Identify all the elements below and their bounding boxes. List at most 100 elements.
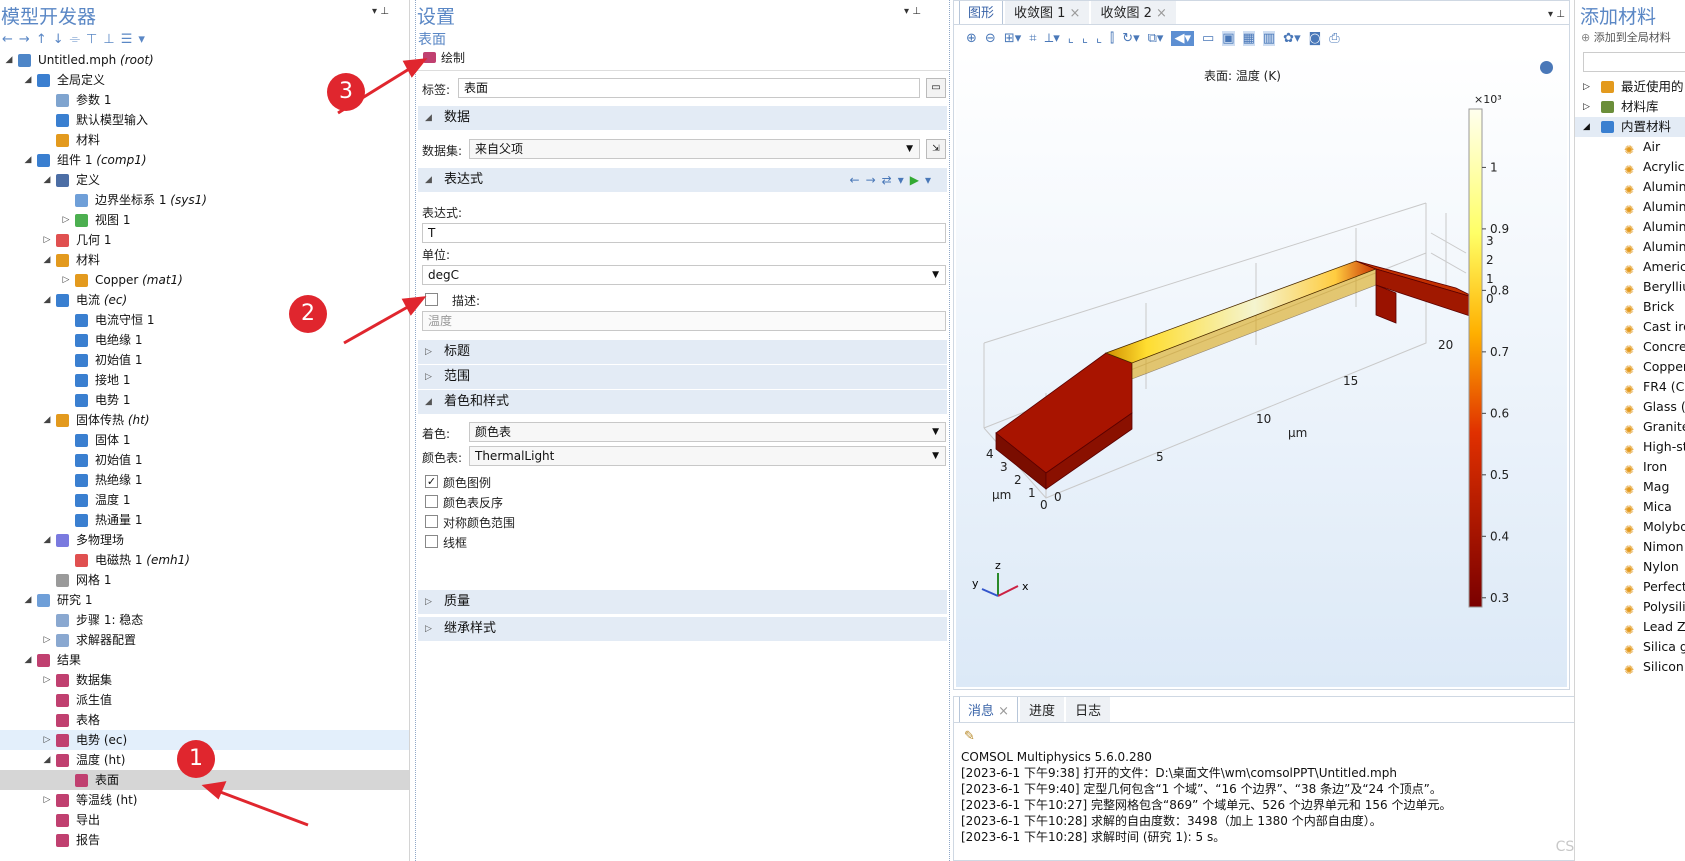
material-item[interactable]: ✺ Mag <box>1575 477 1685 497</box>
dataset-goto-icon[interactable]: ⇲ <box>926 139 946 159</box>
tree-item[interactable]: ▷ 视图 1 <box>0 210 409 230</box>
collapsed-chevron-icon[interactable]: ▷ <box>1583 97 1590 117</box>
tree-item[interactable]: ◢ 研究 1 <box>0 590 409 610</box>
transparency-icon[interactable]: ⧉▾ <box>1148 31 1164 46</box>
messages-tab[interactable]: 消息 × <box>959 697 1019 722</box>
close-icon[interactable]: × <box>1065 6 1081 21</box>
plot-canvas[interactable]: 表面: 温度 (K) 1 0.9 0.8 0.7 0.6 0.5 0.4 0.3… <box>956 53 1567 687</box>
material-group[interactable]: ◢ 内置材料 <box>1575 117 1685 137</box>
section-coloring[interactable]: ◢ 着色和样式 <box>418 390 947 414</box>
grid-icon[interactable]: ▥ <box>1262 30 1276 46</box>
material-item[interactable]: ✺ Mica <box>1575 497 1685 517</box>
material-item[interactable]: ✺ Silica g <box>1575 637 1685 657</box>
tree-item[interactable]: 步骤 1: 稳态 <box>0 610 409 630</box>
material-item[interactable]: ✺ Lead Zi <box>1575 617 1685 637</box>
collapsed-chevron-icon[interactable]: ▷ <box>42 730 52 750</box>
symmetric-range-checkbox[interactable] <box>425 515 438 528</box>
close-icon[interactable]: × <box>1152 6 1167 21</box>
expression-input[interactable]: T <box>422 223 946 243</box>
material-item[interactable]: ✺ Glass ( <box>1575 397 1685 417</box>
section-title[interactable]: ▷ 标题 <box>418 340 947 364</box>
expanded-chevron-icon[interactable]: ◢ <box>42 250 52 270</box>
unit-select[interactable]: degC ▼ <box>422 265 946 285</box>
tree-toolbar-icon[interactable]: ⌯ <box>70 32 80 47</box>
material-item[interactable]: ✺ Silicon <box>1575 657 1685 677</box>
section-expression[interactable]: ◢ 表达式 ←→⇄▾▶▾ <box>418 168 947 192</box>
colortable-select[interactable]: ThermalLight ▼ <box>469 446 946 466</box>
settings-menu-icon[interactable]: ▾ ⊥ <box>904 6 921 17</box>
tree-item[interactable]: ▷ 数据集 <box>0 670 409 690</box>
expanded-chevron-icon[interactable]: ◢ <box>42 530 52 550</box>
camera-icon[interactable]: ◙ <box>1309 31 1322 46</box>
lighting-icon[interactable]: ◀▾ <box>1171 30 1194 46</box>
section-range[interactable]: ▷ 范围 <box>418 365 947 389</box>
add-to-global-button[interactable]: ⊕ 添加到全局材料 <box>1581 29 1671 45</box>
material-item[interactable]: ✺ Molybd <box>1575 517 1685 537</box>
material-item[interactable]: ✺ FR4 (Ci <box>1575 377 1685 397</box>
reset-settings-icon[interactable]: ✿▾ <box>1283 31 1300 46</box>
tree-item[interactable]: ◢ 定义 <box>0 170 409 190</box>
material-item[interactable]: ✺ Alumin <box>1575 237 1685 257</box>
description-checkbox[interactable] <box>425 293 438 306</box>
expanded-chevron-icon[interactable]: ◢ <box>4 50 14 70</box>
material-item[interactable]: ✺ Granite <box>1575 417 1685 437</box>
tree-toolbar-icon[interactable]: ↑ <box>36 32 47 47</box>
material-group[interactable]: ▷ 最近使用的 <box>1575 77 1685 97</box>
wireframe-render-icon[interactable]: ▦ <box>1242 30 1255 46</box>
material-search-input[interactable] <box>1583 52 1685 72</box>
tree-item[interactable]: 网格 1 <box>0 570 409 590</box>
zoom-extents-icon[interactable]: ⌗ <box>1029 31 1036 46</box>
collapsed-chevron-icon[interactable]: ▷ <box>42 790 52 810</box>
zoom-out-icon[interactable]: ⊖ <box>985 31 996 46</box>
material-group[interactable]: ▷ 材料库 <box>1575 97 1685 117</box>
tree-item[interactable]: 导出 <box>0 810 409 830</box>
material-item[interactable]: ✺ Acrylic <box>1575 157 1685 177</box>
tree-toolbar-icon[interactable]: ↓ <box>53 32 64 47</box>
messages-tab[interactable]: 日志 <box>1066 697 1111 722</box>
expanded-chevron-icon[interactable]: ◢ <box>42 750 52 770</box>
tree-toolbar-icon[interactable]: ▾ <box>138 32 145 47</box>
expanded-chevron-icon[interactable]: ◢ <box>23 150 33 170</box>
tree-item[interactable]: 电流守恒 1 <box>0 310 409 330</box>
collapsed-chevron-icon[interactable]: ▷ <box>61 270 71 290</box>
axis-orientation-icon[interactable]: ⟂▾ <box>1045 31 1060 46</box>
expanded-chevron-icon[interactable]: ◢ <box>1583 117 1590 137</box>
tree-toolbar-icon[interactable]: ← <box>2 32 13 47</box>
print-icon[interactable]: ⎙ <box>1329 31 1339 46</box>
tree-item[interactable]: ◢ 固体传热 (ht) <box>0 410 409 430</box>
collapsed-chevron-icon[interactable]: ▷ <box>42 630 52 650</box>
tree-item[interactable]: 材料 <box>0 130 409 150</box>
tree-item[interactable]: 边界坐标系 1 (sys1) <box>0 190 409 210</box>
view-xy-icon[interactable]: ⌞ <box>1068 31 1074 46</box>
tree-item[interactable]: 热通量 1 <box>0 510 409 530</box>
section-data[interactable]: ◢ 数据 <box>418 106 947 130</box>
tree-item[interactable]: 电绝缘 1 <box>0 330 409 350</box>
collapsed-chevron-icon[interactable]: ▷ <box>42 670 52 690</box>
expanded-chevron-icon[interactable]: ◢ <box>42 410 52 430</box>
tree-item[interactable]: 电磁热 1 (emh1) <box>0 550 409 570</box>
reverse-colortable-checkbox[interactable] <box>425 495 438 508</box>
rotate-icon[interactable]: ↻▾ <box>1122 31 1139 46</box>
material-item[interactable]: ✺Berylliu <box>1575 277 1685 297</box>
graphics-tab[interactable]: 收敛图 1 × <box>1005 1 1090 24</box>
view-3d-icon[interactable]: ⫿ <box>1110 31 1114 46</box>
description-input[interactable]: 温度 <box>422 311 946 331</box>
tree-item[interactable]: 表格 <box>0 710 409 730</box>
section-quality[interactable]: ▷ 质量 <box>418 590 947 614</box>
expanded-chevron-icon[interactable]: ◢ <box>42 170 52 190</box>
material-item[interactable]: ✺ Brick <box>1575 297 1685 317</box>
material-item[interactable]: ✺ Iron <box>1575 457 1685 477</box>
tree-item[interactable]: 接地 1 <box>0 370 409 390</box>
tree-item[interactable]: 默认模型输入 <box>0 110 409 130</box>
color-legend-checkbox[interactable]: ✓ <box>425 475 438 488</box>
tree-item[interactable]: 固体 1 <box>0 430 409 450</box>
tree-item[interactable]: ▷ 几何 1 <box>0 230 409 250</box>
tree-item[interactable]: ◢ 结果 <box>0 650 409 670</box>
tree-toolbar-icon[interactable]: → <box>19 32 30 47</box>
material-item[interactable]: ✺ Polysili <box>1575 597 1685 617</box>
material-item[interactable]: ✺ Americ <box>1575 257 1685 277</box>
tree-item[interactable]: 报告 <box>0 830 409 850</box>
tree-item[interactable]: 派生值 <box>0 690 409 710</box>
material-item[interactable]: ✺ Copper <box>1575 357 1685 377</box>
material-item[interactable]: ✺ Concre <box>1575 337 1685 357</box>
